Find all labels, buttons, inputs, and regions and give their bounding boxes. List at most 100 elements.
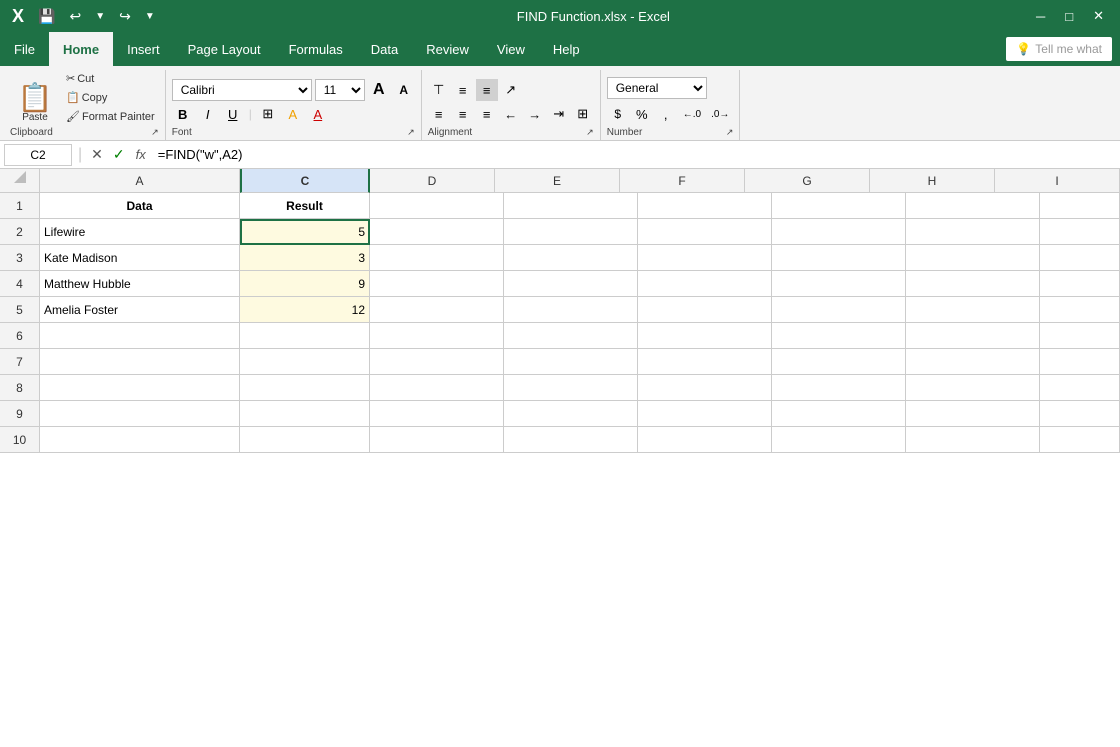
maximize-button[interactable]: □ (1057, 6, 1081, 26)
cell-h2[interactable] (906, 219, 1040, 245)
tab-file[interactable]: File (0, 32, 49, 66)
tab-insert[interactable]: Insert (113, 32, 174, 66)
tab-review[interactable]: Review (412, 32, 483, 66)
cell-h6[interactable] (906, 323, 1040, 349)
cell-g1[interactable] (772, 193, 906, 219)
cell-e9[interactable] (504, 401, 638, 427)
underline-button[interactable]: U (222, 103, 244, 125)
undo-dropdown[interactable]: ▼ (91, 9, 109, 24)
cell-f4[interactable] (638, 271, 772, 297)
cut-button[interactable]: ✂ Cut (62, 70, 159, 87)
cell-i1[interactable] (1040, 193, 1120, 219)
cell-i10[interactable] (1040, 427, 1120, 453)
cell-i5[interactable] (1040, 297, 1120, 323)
cell-a2[interactable]: Lifewire (40, 219, 240, 245)
clipboard-expand[interactable]: ↗ (151, 127, 159, 138)
cell-h8[interactable] (906, 375, 1040, 401)
cell-e7[interactable] (504, 349, 638, 375)
cell-h5[interactable] (906, 297, 1040, 323)
alignment-expand[interactable]: ↗ (586, 127, 594, 138)
cell-g6[interactable] (772, 323, 906, 349)
wrap-text-button[interactable]: ⇥ (548, 103, 570, 125)
cell-d2[interactable] (370, 219, 504, 245)
cell-g4[interactable] (772, 271, 906, 297)
font-expand[interactable]: ↗ (407, 127, 415, 138)
cell-c8[interactable] (240, 375, 370, 401)
cell-i3[interactable] (1040, 245, 1120, 271)
cell-d4[interactable] (370, 271, 504, 297)
cell-f8[interactable] (638, 375, 772, 401)
percent-button[interactable]: % (631, 103, 653, 125)
cell-reference-box[interactable] (4, 144, 72, 166)
cell-i8[interactable] (1040, 375, 1120, 401)
cell-a10[interactable] (40, 427, 240, 453)
cell-d8[interactable] (370, 375, 504, 401)
redo-quick-access[interactable]: ↪ (115, 6, 135, 27)
cell-h9[interactable] (906, 401, 1040, 427)
increase-decimal-button[interactable]: .0→ (707, 103, 733, 125)
col-header-h[interactable]: H (870, 169, 995, 193)
cell-e8[interactable] (504, 375, 638, 401)
col-header-i[interactable]: I (995, 169, 1120, 193)
italic-button[interactable]: I (197, 103, 219, 125)
number-format-select[interactable]: General (607, 77, 707, 99)
cell-f10[interactable] (638, 427, 772, 453)
cell-g9[interactable] (772, 401, 906, 427)
tab-help[interactable]: Help (539, 32, 594, 66)
cell-c9[interactable] (240, 401, 370, 427)
cell-h10[interactable] (906, 427, 1040, 453)
cell-d10[interactable] (370, 427, 504, 453)
customize-quick-access[interactable]: ▼ (141, 9, 159, 24)
font-color-button[interactable]: A (307, 103, 329, 125)
merge-button[interactable]: ⊞ (572, 103, 594, 125)
increase-indent-button[interactable]: → (524, 103, 546, 125)
confirm-formula-button[interactable]: ✓ (110, 146, 128, 163)
cell-e2[interactable] (504, 219, 638, 245)
tell-me-box[interactable]: 💡 Tell me what (1006, 37, 1112, 61)
cell-d1[interactable] (370, 193, 504, 219)
cell-f9[interactable] (638, 401, 772, 427)
cell-d3[interactable] (370, 245, 504, 271)
cell-g8[interactable] (772, 375, 906, 401)
cell-g10[interactable] (772, 427, 906, 453)
align-middle-button[interactable]: ≡ (452, 79, 474, 101)
cell-d9[interactable] (370, 401, 504, 427)
cell-e10[interactable] (504, 427, 638, 453)
align-right-button[interactable]: ≡ (476, 103, 498, 125)
tab-page-layout[interactable]: Page Layout (174, 32, 275, 66)
cell-c3[interactable]: 3 (240, 245, 370, 271)
cell-d6[interactable] (370, 323, 504, 349)
tab-home[interactable]: Home (49, 32, 113, 66)
cell-e1[interactable] (504, 193, 638, 219)
cell-d7[interactable] (370, 349, 504, 375)
cell-h3[interactable] (906, 245, 1040, 271)
cell-i7[interactable] (1040, 349, 1120, 375)
cell-e6[interactable] (504, 323, 638, 349)
cancel-formula-button[interactable]: ✕ (88, 146, 106, 163)
cell-a8[interactable] (40, 375, 240, 401)
cell-e5[interactable] (504, 297, 638, 323)
decrease-indent-button[interactable]: ← (500, 103, 522, 125)
copy-button[interactable]: 📋 Copy (62, 89, 159, 106)
col-header-d[interactable]: D (370, 169, 495, 193)
borders-button[interactable]: ⊞ (257, 103, 279, 125)
cell-c5[interactable]: 12 (240, 297, 370, 323)
col-header-c[interactable]: C (240, 169, 370, 193)
cell-f7[interactable] (638, 349, 772, 375)
fill-color-button[interactable]: A (282, 103, 304, 125)
paste-button[interactable]: 📋 Paste (10, 82, 60, 125)
tab-data[interactable]: Data (357, 32, 412, 66)
cell-i4[interactable] (1040, 271, 1120, 297)
cell-h7[interactable] (906, 349, 1040, 375)
font-shrink-button[interactable]: A (393, 79, 415, 101)
cell-a6[interactable] (40, 323, 240, 349)
minimize-button[interactable]: ─ (1028, 6, 1053, 26)
cell-c2[interactable]: 5 (240, 219, 370, 245)
cell-a4[interactable]: Matthew Hubble (40, 271, 240, 297)
cell-c7[interactable] (240, 349, 370, 375)
col-header-a[interactable]: A (40, 169, 240, 193)
cell-d5[interactable] (370, 297, 504, 323)
currency-button[interactable]: $ (607, 103, 629, 125)
cell-i2[interactable] (1040, 219, 1120, 245)
cell-f2[interactable] (638, 219, 772, 245)
